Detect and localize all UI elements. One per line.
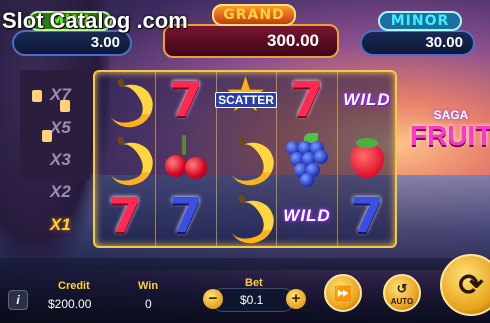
minor-jackpot-title: MINOR <box>378 11 462 31</box>
reel-cell <box>216 187 281 251</box>
info-button[interactable]: i <box>8 290 28 310</box>
watermark-logo: Slot Catalog .com <box>2 8 188 33</box>
reel-cell <box>337 129 397 187</box>
auto-label: AUTO <box>390 296 414 306</box>
reel-cell <box>216 129 281 193</box>
win-value: 0 <box>145 297 152 311</box>
multiplier-x1: X1 <box>50 215 71 234</box>
reel-cell <box>277 129 337 187</box>
wild-symbol: WILD <box>343 90 391 109</box>
banana-icon <box>101 135 160 193</box>
seven-red-icon: 7 <box>169 72 203 128</box>
reel-cell: 7 <box>95 187 155 245</box>
wild-symbol: WILD <box>283 206 331 225</box>
grand-jackpot-value: 300.00 <box>163 24 339 58</box>
seven-red-icon: 7 <box>108 188 142 244</box>
banana-icon <box>222 135 281 193</box>
reel-cell: ★SCATTER <box>215 71 277 129</box>
game-logo-line2: FRUITS <box>410 120 490 151</box>
bet-value: $0.1 <box>240 293 264 307</box>
reel-cell: 7 <box>156 71 216 129</box>
cherry-icon <box>163 135 209 181</box>
seven-blue-icon: 7 <box>350 188 384 244</box>
reel-1: 7 <box>95 71 160 246</box>
seven-red-icon: 7 <box>290 72 324 128</box>
turbo-button[interactable]: ⏩ <box>324 274 362 312</box>
reel-cell: 7 <box>277 71 337 129</box>
credit-value: $200.00 <box>48 297 92 311</box>
bet-decrease-button[interactable]: − <box>203 289 223 309</box>
reel-cell <box>156 129 216 187</box>
seven-blue-icon: 7 <box>169 188 203 244</box>
reel-cell <box>95 71 160 135</box>
multiplier-x5: X5 <box>50 118 71 137</box>
reel-cell: 7 <box>156 187 216 245</box>
credit-label: Credit <box>58 280 90 292</box>
reel-2: 77 <box>156 71 217 246</box>
auto-icon: ↺ <box>396 280 408 296</box>
reel-cell <box>95 129 160 193</box>
grand-jackpot-title: GRAND <box>212 4 296 26</box>
reel-4: 7 WILD <box>277 71 338 246</box>
game-logo: SAGA FRUITS <box>410 108 490 150</box>
spin-arrows-icon: ⟳ <box>458 268 484 302</box>
banana-icon <box>101 77 160 135</box>
fast-forward-icon: ⏩ <box>334 284 352 301</box>
grape-icon <box>284 133 330 187</box>
multiplier-x3: X3 <box>50 150 71 169</box>
reel-5: WILD 7 <box>337 71 397 246</box>
strawberry-icon <box>346 136 388 180</box>
scatter-symbol: ★SCATTER <box>215 72 277 126</box>
reel-cell: 7 <box>337 187 397 245</box>
minor-jackpot-value: 30.00 <box>360 30 475 56</box>
scatter-label: SCATTER <box>215 92 277 108</box>
bet-increase-button[interactable]: + <box>286 289 306 309</box>
reel-3: ★SCATTER <box>215 71 281 251</box>
reel-cell: WILD <box>337 71 397 129</box>
multiplier-x2: X2 <box>50 182 71 201</box>
win-label: Win <box>138 280 159 292</box>
auto-spin-button[interactable]: ↺ AUTO <box>383 274 421 312</box>
multiplier-x7: X7 <box>50 85 71 104</box>
reel-cell: WILD <box>277 187 337 245</box>
banana-icon <box>222 193 281 251</box>
